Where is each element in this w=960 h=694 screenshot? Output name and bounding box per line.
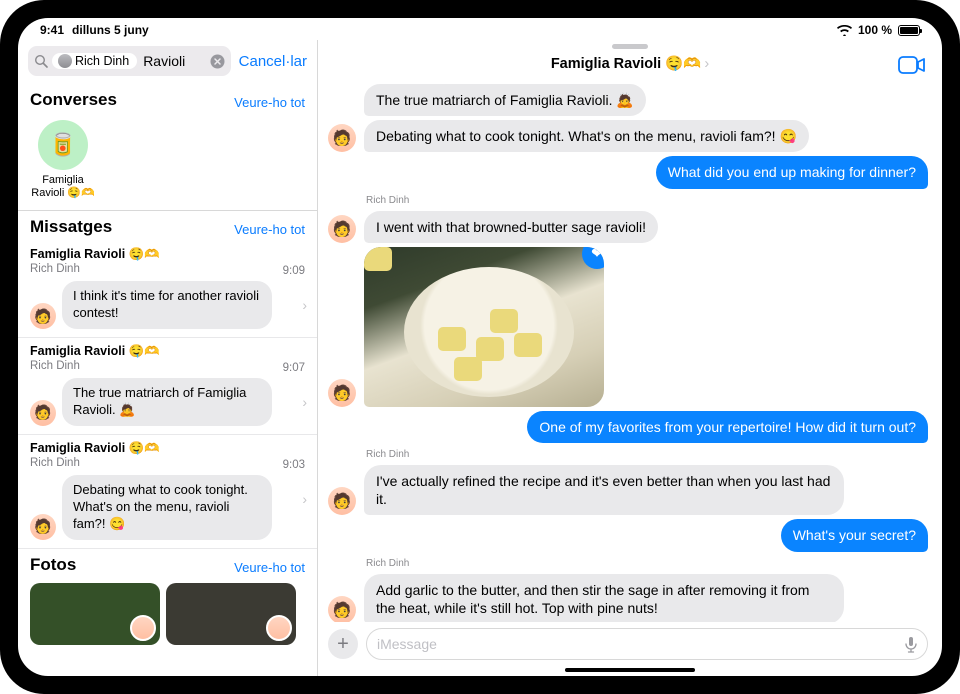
sent-message[interactable]: What's your secret? (781, 519, 928, 551)
message-result-sender: Rich Dinh (30, 457, 307, 469)
avatar-icon (130, 615, 156, 641)
message-row: 🧑 I went with that browned-butter sage ra… (328, 211, 928, 243)
person-icon (58, 54, 72, 68)
chat-header[interactable]: Famiglia Ravioli 🤤🫶 › (318, 51, 942, 80)
avatar-icon: 🧑 (30, 400, 56, 426)
love-reaction-icon[interactable]: ❤ (582, 247, 604, 269)
received-message[interactable]: I went with that browned-butter sage rav… (364, 211, 658, 243)
message-result[interactable]: Famiglia Ravioli 🤤🫶 Rich Dinh 9:07 🧑 The… (18, 338, 317, 435)
message-result[interactable]: Famiglia Ravioli 🤤🫶 Rich Dinh 9:03 🧑 Deb… (18, 435, 317, 549)
avatar-icon: 🧑 (30, 303, 56, 329)
chevron-right-icon: › (302, 394, 307, 410)
message-result-time: 9:03 (283, 459, 305, 471)
avatar-icon: 🧑 (30, 514, 56, 540)
received-message[interactable]: The true matriarch of Famiglia Ravioli. … (364, 84, 646, 116)
conversation-label: Famiglia Ravioli 🤤🫶 (30, 174, 96, 200)
compose-bar: + iMessage (318, 622, 942, 666)
photo-result[interactable] (166, 583, 296, 645)
status-bar: 9:41 dilluns 5 juny 100 % (18, 18, 942, 40)
message-row: 🧑 I've actually refined the recipe and it… (328, 465, 928, 515)
received-message[interactable]: I've actually refined the recipe and it'… (364, 465, 844, 515)
grabber-icon[interactable] (612, 44, 648, 49)
chevron-right-icon: › (302, 297, 307, 313)
see-all-messages[interactable]: Veure-ho tot (234, 222, 305, 237)
message-result-time: 9:09 (283, 265, 305, 277)
avatar-icon: 🧑 (328, 215, 356, 243)
wifi-icon (837, 25, 852, 36)
message-result-time: 9:07 (283, 362, 305, 374)
avatar-icon: 🧑 (328, 379, 356, 407)
chevron-right-icon: › (704, 56, 709, 72)
search-token-person[interactable]: Rich Dinh (52, 53, 137, 69)
sender-label: Rich Dinh (366, 449, 928, 460)
message-input[interactable]: iMessage (366, 628, 928, 660)
message-result-thread: Famiglia Ravioli 🤤🫶 (30, 247, 307, 262)
avatar-icon: 🧑 (328, 487, 356, 515)
message-result-thread: Famiglia Ravioli 🤤🫶 (30, 441, 307, 456)
chevron-right-icon: › (302, 491, 307, 507)
dictation-icon[interactable] (905, 636, 917, 653)
section-photos: Fotos Veure-ho tot (18, 549, 317, 579)
conversation-avatar: 🥫 (38, 120, 88, 170)
section-title: Converses (30, 90, 117, 110)
search-text: Ravioli (141, 53, 205, 69)
message-row: 🧑 Debating what to cook tonight. What's o… (328, 120, 928, 152)
message-row: 🧑 Add garlic to the butter, and then stir… (328, 574, 928, 623)
conversation-result[interactable]: 🥫 Famiglia Ravioli 🤤🫶 (18, 114, 96, 210)
photo-message[interactable]: ❤ (364, 247, 604, 407)
status-time: 9:41 (40, 23, 64, 37)
message-result-thread: Famiglia Ravioli 🤤🫶 (30, 344, 307, 359)
status-date: dilluns 5 juny (72, 23, 149, 37)
avatar-icon: 🧑 (328, 124, 356, 152)
status-battery-pct: 100 % (858, 23, 892, 37)
message-row: The true matriarch of Famiglia Ravioli. … (328, 84, 928, 116)
message-row: 🧑❤ (328, 247, 928, 407)
add-button[interactable]: + (328, 629, 358, 659)
ipad-frame: 9:41 dilluns 5 juny 100 % Rich Dinh (0, 0, 960, 694)
section-title: Fotos (30, 555, 76, 575)
see-all-conversations[interactable]: Veure-ho tot (234, 95, 305, 110)
message-row: One of my favorites from your repertoire… (328, 411, 928, 443)
message-result-sender: Rich Dinh (30, 360, 307, 372)
battery-icon (898, 25, 920, 36)
section-title: Missatges (30, 217, 112, 237)
search-token-label: Rich Dinh (75, 54, 129, 68)
message-thread[interactable]: The true matriarch of Famiglia Ravioli. … (318, 80, 942, 622)
sidebar: Rich Dinh Ravioli Cancel·lar Converses V… (18, 40, 318, 676)
search-icon (34, 54, 48, 68)
facetime-button[interactable] (898, 55, 926, 75)
section-messages: Missatges Veure-ho tot (18, 211, 317, 241)
cancel-button[interactable]: Cancel·lar (239, 53, 307, 70)
search-input[interactable]: Rich Dinh Ravioli (28, 46, 231, 76)
section-conversations: Converses Veure-ho tot (18, 84, 317, 114)
home-indicator[interactable] (565, 668, 695, 672)
avatar-icon (266, 615, 292, 641)
sent-message[interactable]: One of my favorites from your repertoire… (527, 411, 928, 443)
see-all-photos[interactable]: Veure-ho tot (234, 560, 305, 575)
message-result-text: The true matriarch of Famiglia Ravioli. … (62, 378, 272, 426)
message-result[interactable]: Famiglia Ravioli 🤤🫶 Rich Dinh 9:09 🧑 I t… (18, 241, 317, 338)
message-row: What's your secret? (328, 519, 928, 551)
sender-label: Rich Dinh (366, 195, 928, 206)
sent-message[interactable]: What did you end up making for dinner? (656, 156, 928, 188)
clear-icon[interactable] (210, 54, 225, 69)
chat-title: Famiglia Ravioli 🤤🫶 (551, 55, 702, 72)
chat-pane: Famiglia Ravioli 🤤🫶 › The true matriarch… (318, 40, 942, 676)
message-row: What did you end up making for dinner? (328, 156, 928, 188)
avatar-icon: 🧑 (328, 596, 356, 622)
received-message[interactable]: Debating what to cook tonight. What's on… (364, 120, 809, 152)
message-result-sender: Rich Dinh (30, 263, 307, 275)
message-result-text: Debating what to cook tonight. What's on… (62, 475, 272, 540)
message-result-text: I think it's time for another ravioli co… (62, 281, 272, 329)
sender-label: Rich Dinh (366, 558, 928, 569)
photo-result[interactable] (30, 583, 160, 645)
screen: 9:41 dilluns 5 juny 100 % Rich Dinh (18, 18, 942, 676)
received-message[interactable]: Add garlic to the butter, and then stir … (364, 574, 844, 623)
input-placeholder: iMessage (377, 636, 437, 652)
